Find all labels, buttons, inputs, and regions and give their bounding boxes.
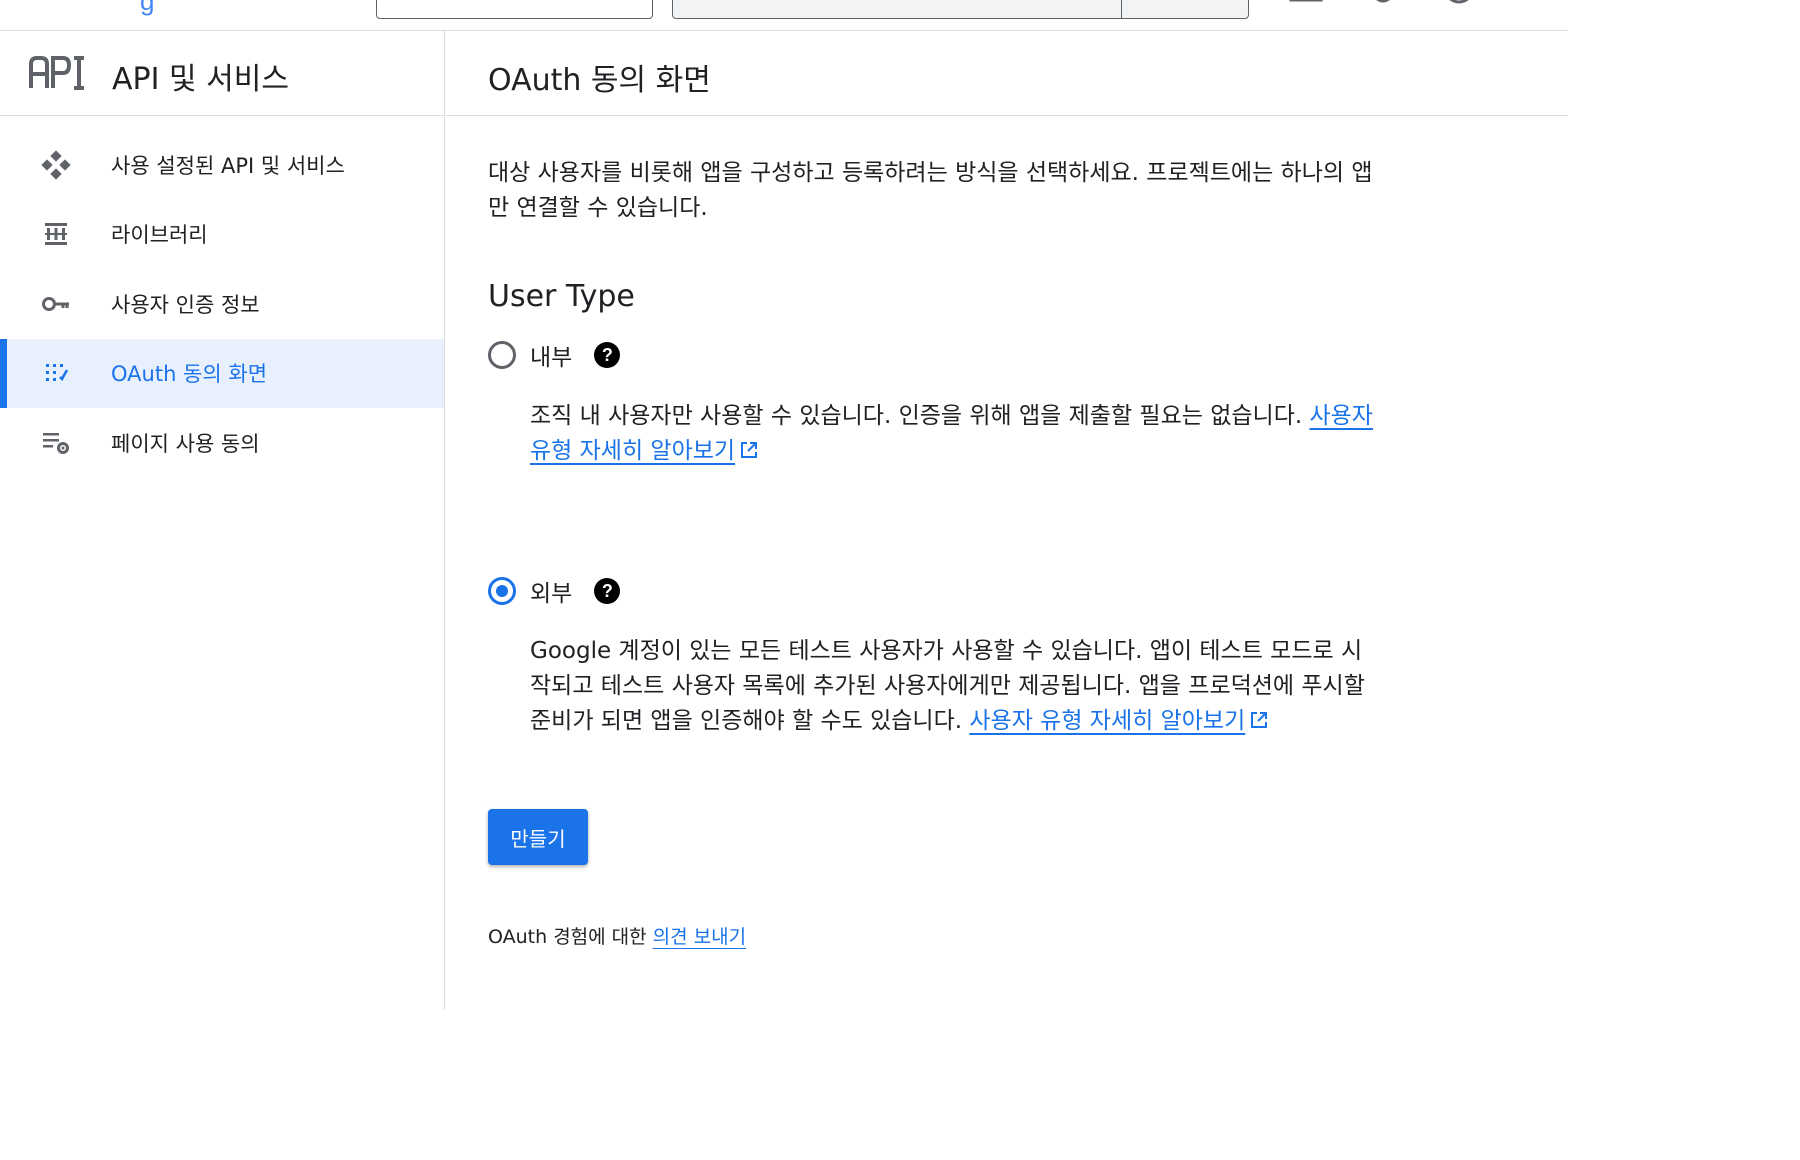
- project-picker[interactable]: [376, 0, 653, 19]
- sidebar-item-credentials[interactable]: 사용자 인증 정보: [0, 269, 444, 339]
- google-cloud-logo[interactable]: g: [140, 0, 154, 17]
- send-feedback-link[interactable]: 의견 보내기: [653, 926, 746, 948]
- sidebar-item-library[interactable]: 라이브러리: [0, 200, 444, 270]
- page-title: OAuth 동의 화면: [488, 63, 711, 98]
- cloud-shell-icon[interactable]: [1289, 0, 1323, 8]
- more-options-icon[interactable]: [1520, 0, 1554, 8]
- sidebar-item-label: 라이브러리: [111, 223, 208, 248]
- sidebar-item-oauth-consent[interactable]: OAuth 동의 화면: [0, 338, 444, 408]
- sidebar-item-page-usage-agreement[interactable]: 페이지 사용 동의: [0, 408, 444, 478]
- radio-label-internal: 내부: [530, 345, 573, 371]
- intro-text: 대상 사용자를 비롯해 앱을 구성하고 등록하려는 방식을 선택하세요. 프로젝…: [488, 160, 1373, 221]
- external-link-icon: [741, 442, 758, 458]
- external-link-icon: [1251, 712, 1268, 728]
- search-divider: [1121, 0, 1122, 19]
- external-description: Google 계정이 있는 모든 테스트 사용자가 사용할 수 있습니다. 앱이…: [530, 634, 1375, 739]
- notifications-icon[interactable]: [1366, 0, 1400, 8]
- internal-description-text: 조직 내 사용자만 사용할 수 있습니다. 인증을 위해 앱을 제출할 필요는 …: [530, 403, 1310, 429]
- library-icon: [40, 218, 72, 250]
- sidebar: API 및 서비스 사용 설정된 API 및 서비스 라이브러리 사용자 인증 …: [0, 31, 445, 1010]
- api-logo-icon: [29, 56, 84, 90]
- key-icon: [40, 288, 72, 320]
- sidebar-header: API 및 서비스: [0, 31, 444, 116]
- sidebar-item-label: OAuth 동의 화면: [111, 362, 268, 387]
- help-icon[interactable]: ?: [594, 342, 621, 368]
- top-bar: g: [0, 0, 1568, 31]
- sidebar-nav: 사용 설정된 API 및 서비스 라이브러리 사용자 인증 정보 OAuth 동…: [0, 116, 444, 478]
- radio-label-external: 외부: [530, 581, 573, 607]
- user-type-heading: User Type: [488, 279, 635, 314]
- help-icon[interactable]: [1442, 0, 1476, 8]
- radio-button-external[interactable]: [488, 577, 516, 605]
- radio-external[interactable]: 외부 ?: [488, 574, 621, 608]
- main-header: OAuth 동의 화면: [446, 31, 1568, 116]
- help-icon[interactable]: ?: [594, 578, 621, 604]
- sidebar-item-label: 페이지 사용 동의: [111, 431, 260, 456]
- internal-description: 조직 내 사용자만 사용할 수 있습니다. 인증을 위해 앱을 제출할 필요는 …: [530, 399, 1375, 469]
- oauth-consent-icon: [40, 357, 72, 389]
- sidebar-item-label: 사용 설정된 API 및 서비스: [111, 153, 345, 178]
- settings-list-icon: [40, 427, 72, 459]
- enabled-apis-icon: [40, 149, 72, 181]
- sidebar-item-enabled-apis[interactable]: 사용 설정된 API 및 서비스: [0, 130, 444, 200]
- feedback-text: OAuth 경험에 대한 의견 보내기: [488, 922, 746, 949]
- sidebar-title: API 및 서비스: [112, 62, 289, 97]
- main-content: OAuth 동의 화면 대상 사용자를 비롯해 앱을 구성하고 등록하려는 방식…: [446, 31, 1568, 1010]
- create-button[interactable]: 만들기: [488, 809, 588, 865]
- learn-more-link-external[interactable]: 사용자 유형 자세히 알아보기: [969, 708, 1245, 734]
- radio-internal[interactable]: 내부 ?: [488, 338, 621, 372]
- search-input[interactable]: [672, 0, 1249, 19]
- sidebar-item-label: 사용자 인증 정보: [111, 292, 260, 317]
- radio-button-internal[interactable]: [488, 341, 516, 369]
- feedback-prefix: OAuth 경험에 대한: [488, 926, 653, 948]
